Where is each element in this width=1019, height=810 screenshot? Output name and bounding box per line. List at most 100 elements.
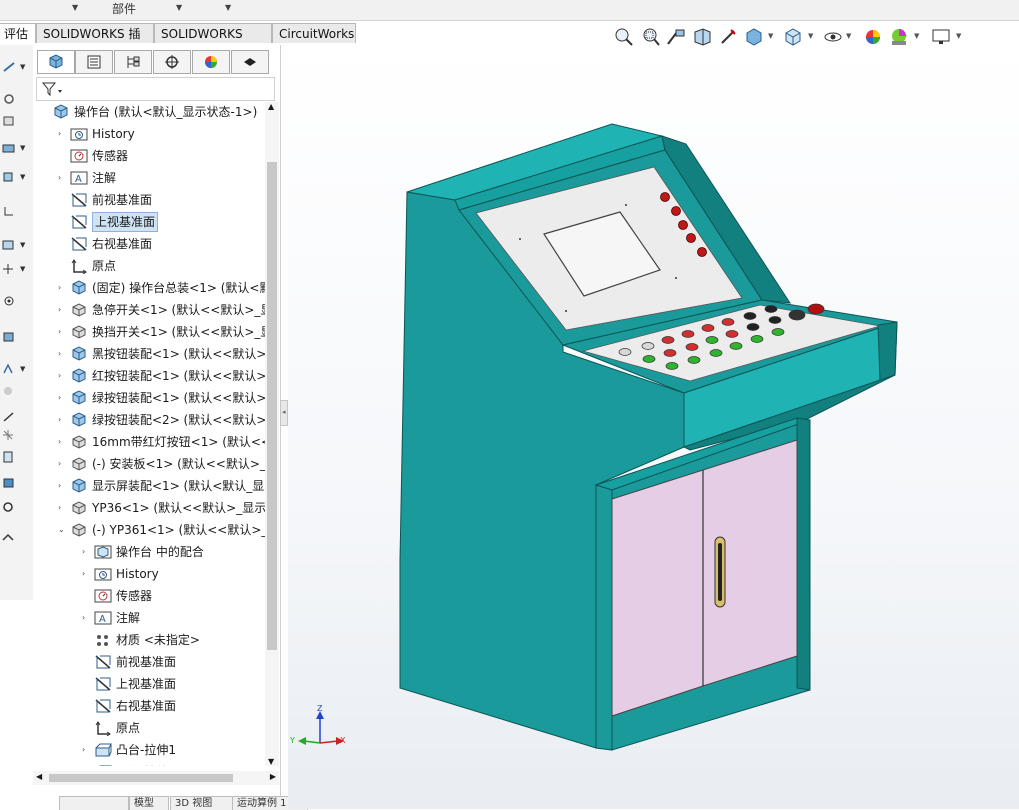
tree-item[interactable]: 右视基准面: [33, 696, 265, 716]
tool-icon[interactable]: [2, 205, 16, 217]
tree-item[interactable]: › 黑按钮装配<1> (默认<<默认>_外: [33, 344, 265, 364]
tree-item[interactable]: 传感器: [33, 586, 265, 606]
filter-bar[interactable]: [36, 77, 275, 101]
tab-feature-manager[interactable]: [37, 50, 75, 74]
chevron-right-icon[interactable]: ›: [82, 608, 85, 628]
section-view-icon[interactable]: [691, 26, 713, 48]
chevron-down-icon[interactable]: ▼: [20, 365, 25, 373]
tab-solidworks-addins[interactable]: SOLIDWORKS 插件: [36, 23, 154, 61]
tree-item[interactable]: 前视基准面: [33, 190, 265, 210]
tool-icon[interactable]: [2, 385, 16, 397]
tab-blank[interactable]: [59, 796, 129, 810]
tab-solidworks-mbd[interactable]: SOLIDWORKS MBD: [154, 23, 272, 61]
chevron-right-icon[interactable]: ›: [58, 410, 61, 430]
tool-icon[interactable]: [2, 429, 16, 441]
chevron-right-icon[interactable]: ›: [82, 542, 85, 562]
tool-icon[interactable]: [2, 142, 16, 154]
chevron-right-icon[interactable]: ›: [58, 124, 61, 144]
chevron-down-icon[interactable]: ▼: [20, 265, 25, 273]
graphics-area[interactable]: Z X Y: [288, 45, 1019, 809]
tree-item[interactable]: › 操作台 中的配合: [33, 542, 265, 562]
panel-splitter[interactable]: ◂: [280, 400, 288, 426]
tool-icon[interactable]: [2, 411, 16, 423]
tree-item[interactable]: › History: [33, 124, 265, 144]
chevron-right-icon[interactable]: ›: [58, 454, 61, 474]
tree-item[interactable]: › 换挡开关<1> (默认<<默认>_显示: [33, 322, 265, 342]
tool-icon[interactable]: [2, 239, 16, 251]
tree-item[interactable]: › A 注解: [33, 608, 265, 628]
chevron-right-icon[interactable]: ›: [58, 322, 61, 342]
tab-display-manager[interactable]: [192, 50, 230, 74]
view-settings-icon[interactable]: [930, 26, 952, 48]
dynamic-annotation-icon[interactable]: [717, 26, 739, 48]
dropdown-arrow-icon[interactable]: ▼: [176, 3, 182, 12]
chevron-right-icon[interactable]: ›: [58, 278, 61, 298]
tab-cam-manager[interactable]: [231, 50, 269, 74]
tree-item[interactable]: › 绿按钮装配<2> (默认<<默认>_外: [33, 410, 265, 430]
tool-icon[interactable]: [2, 477, 16, 489]
chevron-right-icon[interactable]: ›: [58, 388, 61, 408]
tool-icon[interactable]: [2, 331, 16, 343]
tree-item[interactable]: 材质 <未指定>: [33, 630, 265, 650]
chevron-down-icon[interactable]: ▼: [956, 32, 961, 40]
tree-item[interactable]: › 绿按钮装配<1> (默认<<默认>_外: [33, 388, 265, 408]
tree-item[interactable]: 上视基准面: [33, 674, 265, 694]
tool-icon[interactable]: [2, 171, 16, 183]
tool-icon[interactable]: [2, 295, 16, 307]
previous-view-icon[interactable]: [665, 26, 687, 48]
hide-show-items-icon[interactable]: [822, 26, 844, 48]
tool-icon[interactable]: [2, 501, 16, 513]
scrollbar-thumb[interactable]: [49, 774, 233, 782]
tab-model[interactable]: 模型: [129, 796, 169, 810]
tree-item[interactable]: 前视基准面: [33, 652, 265, 672]
chevron-down-icon[interactable]: ▼: [20, 63, 25, 71]
tree-item[interactable]: 右视基准面: [33, 234, 265, 254]
scrollbar-thumb[interactable]: [267, 162, 277, 650]
filter-icon[interactable]: [41, 81, 63, 97]
chevron-down-icon[interactable]: ▼: [768, 32, 773, 40]
tree-item[interactable]: › 红按钮装配<1> (默认<<默认>_外: [33, 366, 265, 386]
tool-icon[interactable]: [2, 93, 16, 105]
tree-item[interactable]: ⌄ (-) YP361<1> (默认<<默认>_显示: [33, 520, 265, 540]
tree-item[interactable]: 传感器: [33, 146, 265, 166]
tab-property-manager[interactable]: [75, 50, 113, 74]
edit-appearance-icon[interactable]: [862, 26, 884, 48]
scroll-left-icon[interactable]: ◀: [36, 772, 42, 781]
tab-dimxpert-manager[interactable]: [153, 50, 191, 74]
zoom-to-area-icon[interactable]: [639, 26, 661, 48]
cabinet-model[interactable]: [288, 45, 1019, 809]
tree-item[interactable]: 原点: [33, 256, 265, 276]
tree-item[interactable]: › A 注解: [33, 168, 265, 188]
tree-item[interactable]: › YP36<1> (默认<<默认>_显示状态: [33, 498, 265, 518]
chevron-right-icon[interactable]: ›: [58, 300, 61, 320]
chevron-down-icon[interactable]: ▼: [20, 241, 25, 249]
tree-item[interactable]: › 凸台-拉伸1: [33, 740, 265, 760]
tree-item[interactable]: › (固定) 操作台总装<1> (默认<默认: [33, 278, 265, 298]
tab-3d-view[interactable]: 3D 视图: [170, 796, 234, 810]
dropdown-arrow-icon[interactable]: ▼: [72, 3, 78, 12]
chevron-right-icon[interactable]: ›: [58, 476, 61, 496]
chevron-down-icon[interactable]: ▼: [808, 32, 813, 40]
tree-item[interactable]: 原点: [33, 718, 265, 738]
tool-icon[interactable]: [2, 115, 16, 127]
tree-item[interactable]: 上视基准面: [33, 212, 265, 232]
tool-icon[interactable]: [2, 263, 16, 275]
chevron-right-icon[interactable]: ›: [58, 344, 61, 364]
tab-evaluate[interactable]: 评估: [0, 23, 36, 43]
dropdown-arrow-icon[interactable]: ▼: [225, 3, 231, 12]
chevron-right-icon[interactable]: ›: [58, 432, 61, 452]
scroll-up-icon[interactable]: ▲: [268, 102, 274, 111]
view-orientation-icon[interactable]: [743, 26, 765, 48]
tree-item[interactable]: › 显示屏装配<1> (默认<默认_显示: [33, 476, 265, 496]
chevron-right-icon[interactable]: ›: [82, 564, 85, 584]
tab-circuitworks[interactable]: CircuitWorks: [272, 23, 356, 43]
tree-item[interactable]: › 凸台-拉伸2: [33, 762, 265, 766]
chevron-right-icon[interactable]: ›: [58, 498, 61, 518]
tree-item[interactable]: › 急停开关<1> (默认<<默认>_显示: [33, 300, 265, 320]
zoom-to-fit-icon[interactable]: [612, 26, 634, 48]
tool-icon[interactable]: [2, 61, 16, 73]
tab-configuration-manager[interactable]: [114, 50, 152, 74]
tree-item[interactable]: 操作台 (默认<默认_显示状态-1>): [33, 102, 265, 122]
tool-icon[interactable]: [2, 451, 16, 463]
scroll-down-icon[interactable]: ▼: [268, 757, 274, 766]
